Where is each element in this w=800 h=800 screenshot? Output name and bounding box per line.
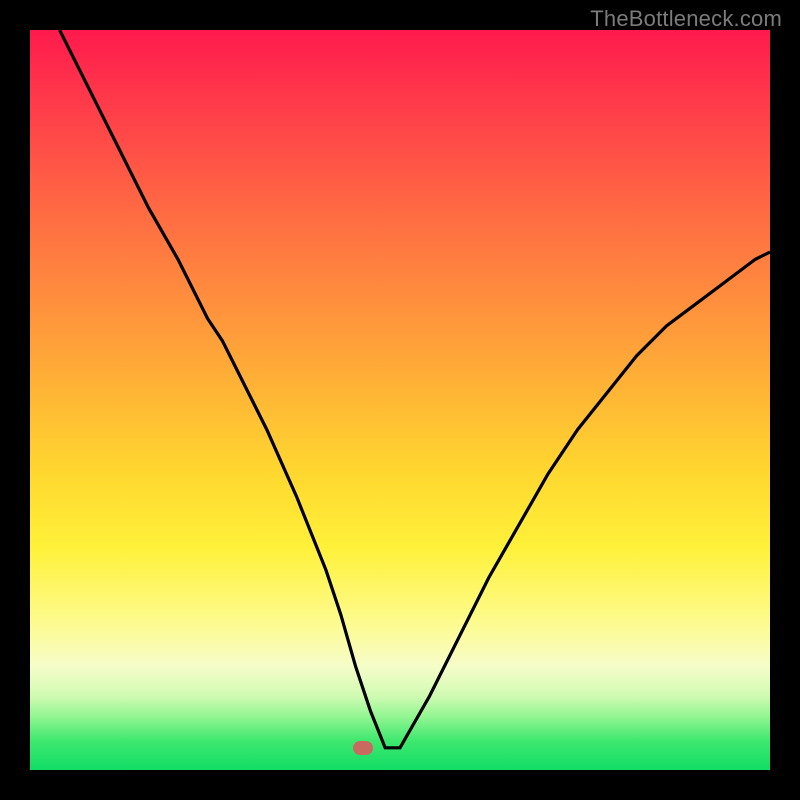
bottleneck-curve bbox=[30, 30, 770, 770]
watermark-text: TheBottleneck.com bbox=[590, 6, 782, 32]
plot-area bbox=[30, 30, 770, 770]
chart-frame: TheBottleneck.com bbox=[0, 0, 800, 800]
curve-path bbox=[60, 30, 770, 748]
minimum-marker bbox=[353, 741, 373, 755]
